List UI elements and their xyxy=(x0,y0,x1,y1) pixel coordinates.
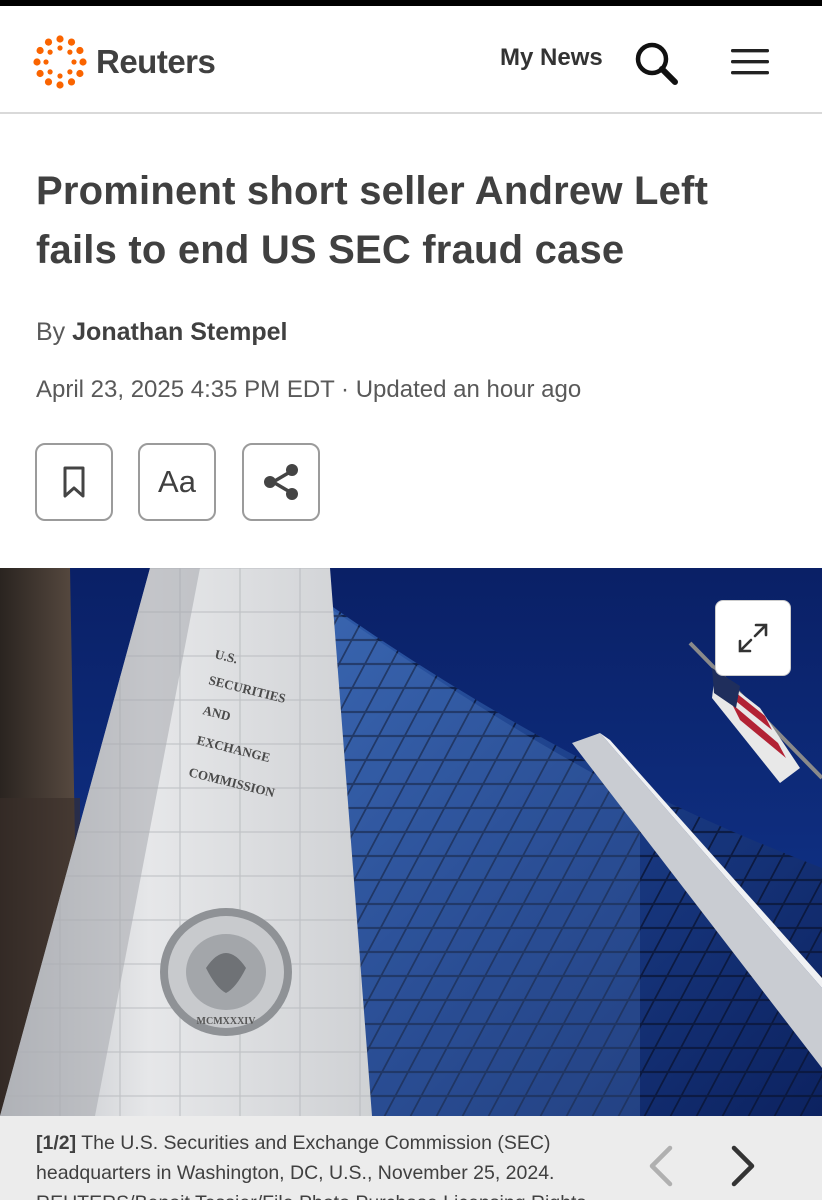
chevron-left-icon[interactable] xyxy=(640,1140,684,1192)
byline: By Jonathan Stempel xyxy=(36,318,287,347)
share-icon xyxy=(264,464,298,500)
bookmark-button[interactable] xyxy=(35,443,113,521)
search-icon[interactable] xyxy=(633,40,679,86)
reuters-logo-icon xyxy=(33,35,87,89)
logo-wordmark: Reuters xyxy=(96,43,216,80)
byline-prefix: By xyxy=(36,318,66,346)
site-header: Reuters My News xyxy=(0,6,822,114)
my-news-link[interactable]: My News xyxy=(500,44,603,72)
image-counter: [1/2] xyxy=(36,1132,77,1154)
sec-seal: MCMXXXIV xyxy=(160,908,292,1036)
image-caption-area: [1/2] The U.S. Securities and Exchange C… xyxy=(0,1116,822,1200)
author-link[interactable]: Jonathan Stempel xyxy=(72,318,287,346)
bookmark-icon xyxy=(63,466,85,498)
reuters-logo[interactable]: Reuters xyxy=(32,34,216,90)
article-hero-image[interactable]: U.S. SECURITIES AND EXCHANGE COMMISSION … xyxy=(0,568,822,1116)
font-size-button[interactable]: Aa xyxy=(138,443,216,521)
publish-date: April 23, 2025 4:35 PM EDT · Updated an … xyxy=(36,376,582,403)
hamburger-menu-icon[interactable] xyxy=(729,44,771,80)
image-caption: [1/2] The U.S. Securities and Exchange C… xyxy=(36,1128,616,1200)
expand-image-button[interactable] xyxy=(715,600,791,676)
expand-icon xyxy=(738,623,768,653)
article-headline: Prominent short seller Andrew Left fails… xyxy=(36,169,709,272)
sec-building-photo: U.S. SECURITIES AND EXCHANGE COMMISSION … xyxy=(0,568,822,1116)
chevron-right-icon[interactable] xyxy=(720,1140,764,1192)
share-button[interactable] xyxy=(242,443,320,521)
seal-text: MCMXXXIV xyxy=(197,1016,257,1027)
caption-text: The U.S. Securities and Exchange Commiss… xyxy=(36,1132,586,1200)
font-size-label: Aa xyxy=(158,464,196,499)
